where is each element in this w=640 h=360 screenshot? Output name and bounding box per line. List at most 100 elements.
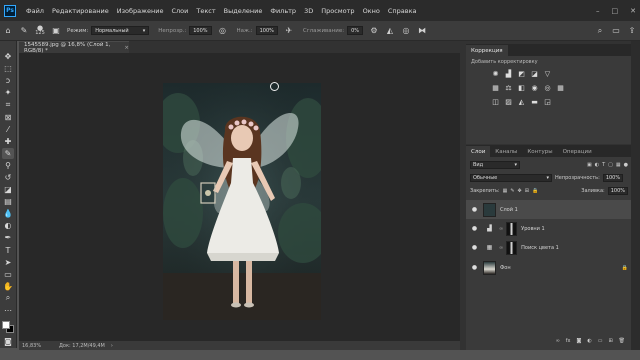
new-layer-icon[interactable]: ⊞: [608, 338, 612, 344]
tab-actions[interactable]: Операции: [558, 146, 597, 157]
brush-panel-icon[interactable]: ▣: [51, 26, 61, 36]
pen-tool-icon[interactable]: ✒: [2, 232, 14, 243]
gradient-map-icon[interactable]: ▬: [530, 97, 539, 106]
eye-icon[interactable]: ●: [470, 264, 479, 271]
lock-artboard-icon[interactable]: ⊞: [525, 188, 529, 194]
menu-file[interactable]: Файл: [22, 7, 48, 15]
crop-tool-icon[interactable]: ⌗: [2, 99, 14, 110]
curves-icon[interactable]: ◩: [517, 69, 526, 78]
layer-kind-filter[interactable]: Вид ▾: [470, 161, 520, 169]
flow-input[interactable]: 100%: [255, 26, 278, 35]
symmetry-icon[interactable]: ⧓: [417, 26, 427, 36]
delete-layer-icon[interactable]: 🗑: [619, 338, 625, 344]
smoothing-input[interactable]: 0%: [347, 26, 363, 35]
layer-row[interactable]: ● ▟ ∞ Уровни 1: [466, 219, 634, 238]
document-image[interactable]: [163, 83, 321, 320]
brush-tool-icon[interactable]: ✎: [2, 147, 14, 159]
workspace-icon[interactable]: ▭: [611, 26, 621, 36]
layer-row[interactable]: ● Слой 1: [466, 200, 634, 219]
link-layers-icon[interactable]: ∞: [556, 338, 560, 344]
lock-pixels-icon[interactable]: ✎: [510, 188, 514, 194]
foreground-color-swatch[interactable]: [2, 321, 10, 330]
lock-position-icon[interactable]: ✥: [518, 188, 522, 194]
photo-filter-icon[interactable]: ◉: [530, 83, 539, 92]
selective-color-icon[interactable]: ◲: [543, 97, 552, 106]
blur-tool-icon[interactable]: 💧: [2, 208, 14, 219]
invert-icon[interactable]: ◫: [491, 97, 500, 106]
black-white-icon[interactable]: ◧: [517, 83, 526, 92]
menu-layers[interactable]: Слои: [167, 7, 192, 15]
filter-shape-icon[interactable]: ▢: [608, 162, 613, 168]
brush-tool-preset-icon[interactable]: ✎: [19, 26, 29, 36]
lock-transparent-icon[interactable]: ▦: [503, 188, 508, 194]
pressure-size-icon[interactable]: ◎: [401, 26, 411, 36]
dodge-tool-icon[interactable]: ◐: [2, 220, 14, 231]
quick-mask-icon[interactable]: ◙: [2, 336, 14, 347]
menu-type[interactable]: Текст: [192, 7, 219, 15]
zoom-level[interactable]: 16,83%: [19, 343, 59, 349]
pressure-opacity-icon[interactable]: ◎: [218, 26, 228, 36]
color-lookup-icon[interactable]: ▦: [556, 83, 565, 92]
menu-help[interactable]: Справка: [384, 7, 421, 15]
clone-stamp-tool-icon[interactable]: ⚲: [2, 160, 14, 171]
posterize-icon[interactable]: ▨: [504, 97, 513, 106]
filter-smart-icon[interactable]: ▦: [616, 162, 621, 168]
brush-size-icon[interactable]: ● 125: [35, 24, 45, 36]
tab-paths[interactable]: Контуры: [522, 146, 557, 157]
brightness-contrast-icon[interactable]: ✺: [491, 69, 500, 78]
new-adjustment-icon[interactable]: ◐: [587, 338, 591, 344]
hand-tool-icon[interactable]: ✋: [2, 281, 14, 292]
tab-channels[interactable]: Каналы: [490, 146, 522, 157]
menu-edit[interactable]: Редактирование: [48, 7, 113, 15]
opacity-input[interactable]: 100%: [189, 26, 212, 35]
filter-toggle-icon[interactable]: ●: [624, 162, 628, 168]
frame-tool-icon[interactable]: ⊠: [2, 111, 14, 122]
exposure-icon[interactable]: ◪: [530, 69, 539, 78]
panel-collapse-strip[interactable]: [631, 41, 640, 350]
path-select-tool-icon[interactable]: ➤: [2, 257, 14, 268]
eye-icon[interactable]: ●: [470, 225, 479, 232]
history-brush-tool-icon[interactable]: ↺: [2, 172, 14, 183]
eraser-tool-icon[interactable]: ◪: [2, 184, 14, 195]
filter-pixel-icon[interactable]: ▣: [587, 162, 592, 168]
type-tool-icon[interactable]: T: [2, 245, 14, 256]
angle-icon[interactable]: ◭: [385, 26, 395, 36]
eye-icon[interactable]: ●: [470, 244, 479, 251]
color-swatches[interactable]: [1, 320, 15, 334]
airbrush-icon[interactable]: ✈: [284, 26, 294, 36]
layer-row[interactable]: ● Фон 🔒: [466, 258, 634, 277]
smoothing-gear-icon[interactable]: ⚙: [369, 26, 379, 36]
layer-row[interactable]: ● ▦ ∞ Поиск цвета 1: [466, 238, 634, 257]
menu-view[interactable]: Просмотр: [317, 7, 358, 15]
tab-layers[interactable]: Слои: [466, 146, 491, 157]
zoom-tool-icon[interactable]: ⌕: [2, 293, 14, 304]
fill-input[interactable]: 100%: [607, 187, 628, 195]
color-balance-icon[interactable]: ⚖: [504, 83, 513, 92]
quick-select-tool-icon[interactable]: ✦: [2, 87, 14, 98]
lasso-tool-icon[interactable]: ↄ: [2, 75, 14, 86]
levels-icon[interactable]: ▟: [504, 69, 513, 78]
menu-image[interactable]: Изображение: [113, 7, 168, 15]
gradient-tool-icon[interactable]: ▤: [2, 196, 14, 207]
home-icon[interactable]: ⌂: [3, 26, 13, 36]
menu-filter[interactable]: Фильтр: [266, 7, 300, 15]
tab-correction[interactable]: Коррекция: [466, 45, 508, 56]
new-group-icon[interactable]: ▭: [598, 338, 603, 344]
lock-all-icon[interactable]: 🔒: [532, 188, 538, 194]
move-tool-icon[interactable]: ✥: [2, 51, 14, 62]
maximize-icon[interactable]: □: [612, 7, 619, 15]
document-tab[interactable]: 1545589.jpg @ 16,8% (Слой 1, RGB/8) * ×: [19, 41, 129, 54]
hue-saturation-icon[interactable]: ▦: [491, 83, 500, 92]
layer-opacity-input[interactable]: 100%: [602, 174, 624, 182]
blend-mode-select[interactable]: Обычные ▾: [470, 174, 552, 182]
marquee-tool-icon[interactable]: ⬚: [2, 63, 14, 74]
status-arrow-icon[interactable]: ›: [111, 343, 113, 349]
layer-style-icon[interactable]: fx: [566, 338, 571, 344]
share-icon[interactable]: ⇪: [627, 26, 637, 36]
menu-3d[interactable]: 3D: [300, 7, 317, 15]
eye-icon[interactable]: ●: [470, 206, 479, 213]
more-tools-icon[interactable]: ⋯: [2, 305, 14, 316]
channel-mixer-icon[interactable]: ◎: [543, 83, 552, 92]
shape-tool-icon[interactable]: ▭: [2, 269, 14, 280]
filter-type-icon[interactable]: T: [602, 162, 605, 168]
